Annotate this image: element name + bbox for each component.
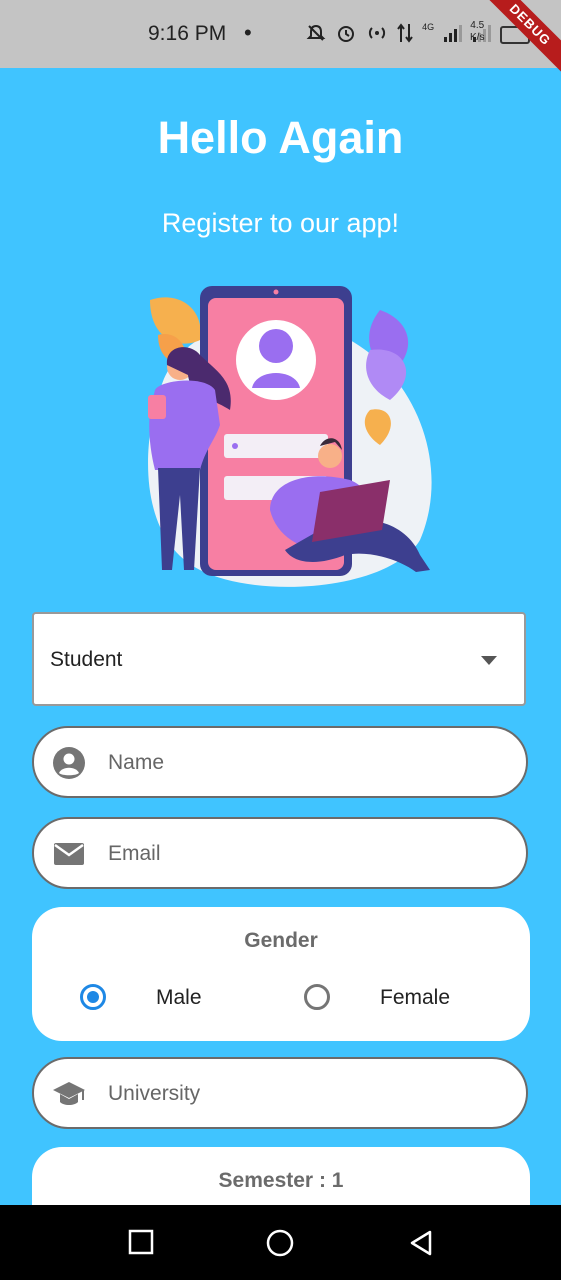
data-icon [397, 23, 413, 43]
register-illustration [148, 286, 432, 587]
status-bar: 9:16 PM • 4G 4.5 K/s DEBUG [0, 0, 561, 79]
status-dot: • [244, 20, 252, 45]
signal-4g-icon [444, 25, 463, 43]
network-type: 4G [422, 22, 435, 32]
network-speed-unit: K/s [470, 32, 485, 43]
female-radio[interactable] [304, 984, 330, 1010]
mute-icon [306, 25, 326, 41]
role-dropdown-value: Student [50, 648, 123, 671]
email-field[interactable] [32, 817, 528, 889]
university-field[interactable] [32, 1057, 528, 1129]
gender-card: Gender Male Female [32, 907, 530, 1041]
page-subtitle: Register to our app! [161, 208, 400, 238]
status-icons: 4G [306, 22, 492, 44]
network-speed: 4.5 K/s [470, 20, 484, 44]
navigation-bar [0, 1205, 561, 1280]
alarm-icon [338, 26, 355, 43]
semester-label: Semester : 1 [218, 1169, 344, 1192]
person-icon [53, 747, 85, 779]
app-content: Hello Again Register to our app! Student [0, 68, 561, 1205]
back-icon[interactable] [408, 1229, 434, 1257]
recent-apps-icon[interactable] [128, 1229, 154, 1255]
hotspot-icon [368, 27, 386, 39]
name-input[interactable] [106, 742, 490, 784]
page-title: Hello Again [157, 112, 404, 163]
home-icon[interactable] [266, 1229, 294, 1257]
network-speed-value: 4.5 [470, 20, 485, 31]
email-icon [54, 843, 84, 865]
semester-card: Semester : 1 [32, 1147, 530, 1205]
role-dropdown[interactable]: Student [32, 612, 526, 706]
university-input[interactable] [106, 1073, 490, 1115]
male-label[interactable]: Male [156, 986, 202, 1010]
dropdown-arrow-icon[interactable] [481, 656, 497, 665]
female-label[interactable]: Female [380, 986, 450, 1010]
status-time: 9:16 PM [148, 22, 227, 45]
email-input[interactable] [106, 833, 490, 875]
male-radio[interactable] [80, 984, 106, 1010]
gender-title: Gender [244, 929, 318, 952]
name-field[interactable] [32, 726, 528, 798]
graduation-cap-icon [53, 1082, 85, 1105]
